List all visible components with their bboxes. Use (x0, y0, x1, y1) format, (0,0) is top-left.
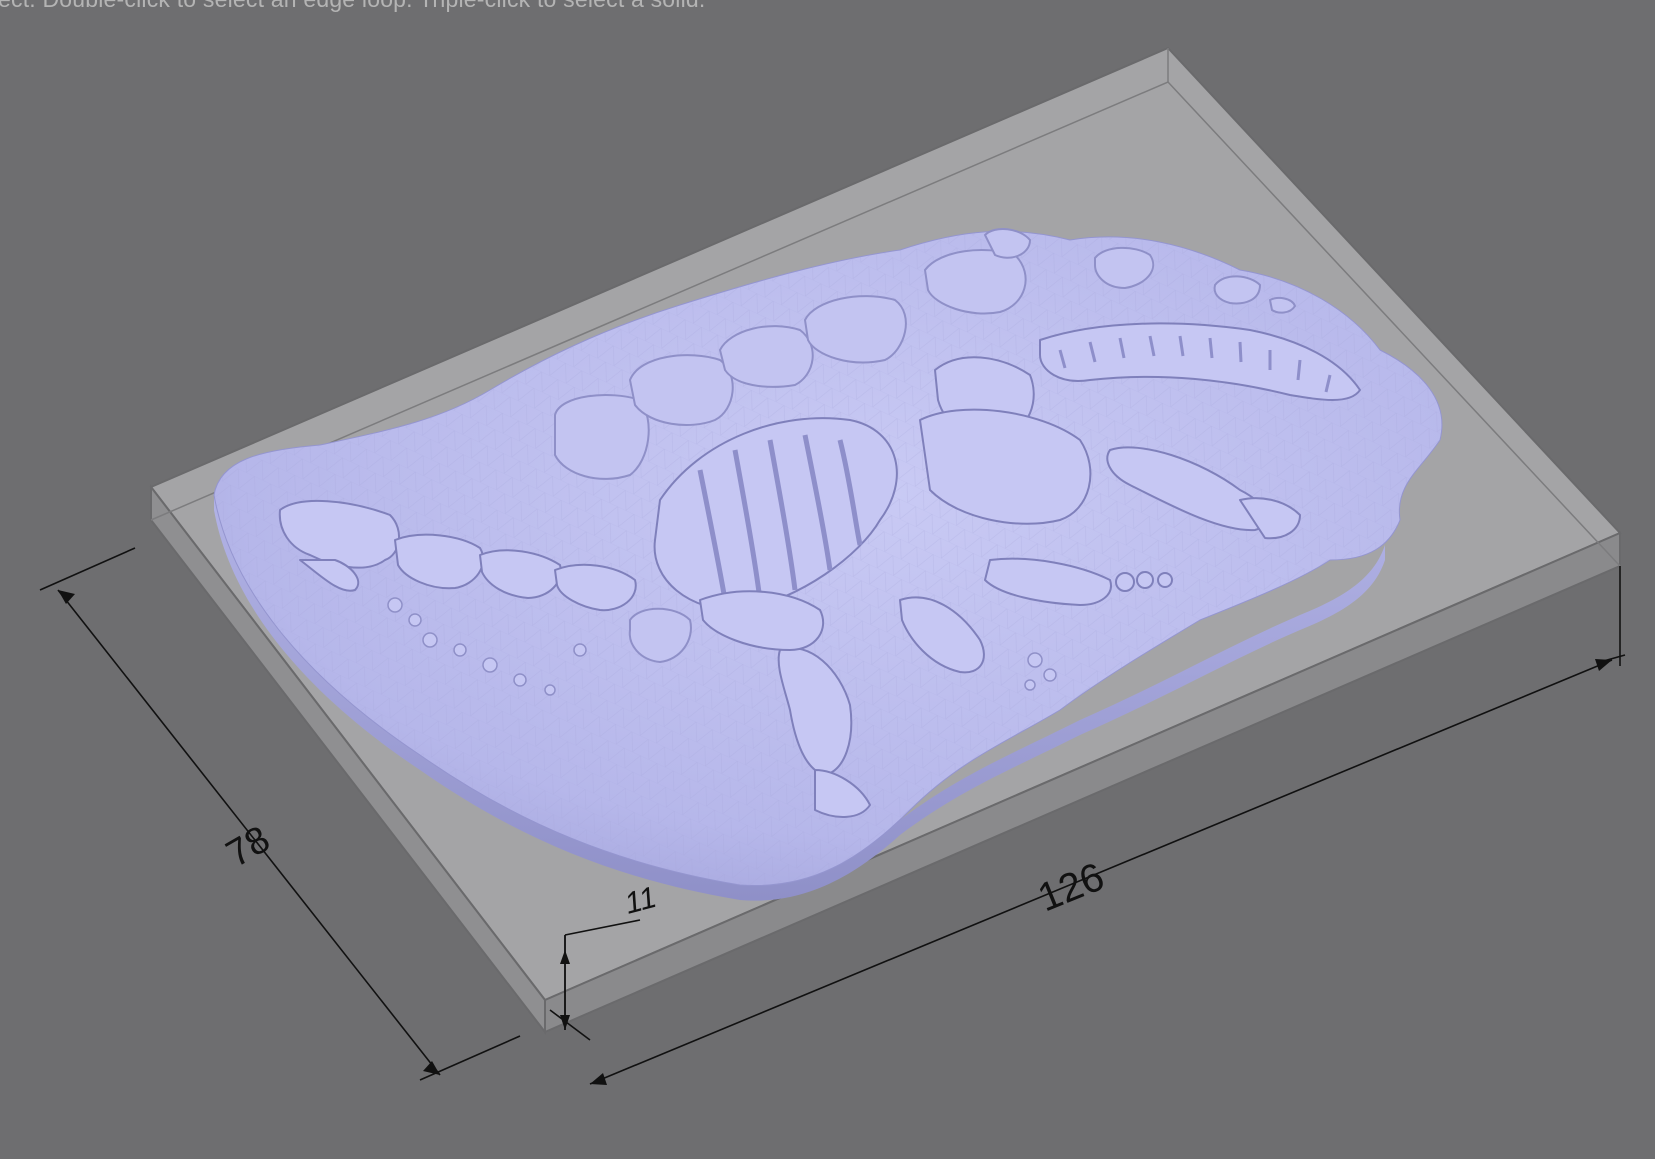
width-dimension-label[interactable]: 78 (220, 818, 278, 876)
scene-canvas[interactable]: 78 126 11 (0, 0, 1655, 1159)
3d-viewport[interactable]: ect. Double-click to select an edge loop… (0, 0, 1655, 1159)
length-dimension-label[interactable]: 126 (1032, 855, 1110, 921)
